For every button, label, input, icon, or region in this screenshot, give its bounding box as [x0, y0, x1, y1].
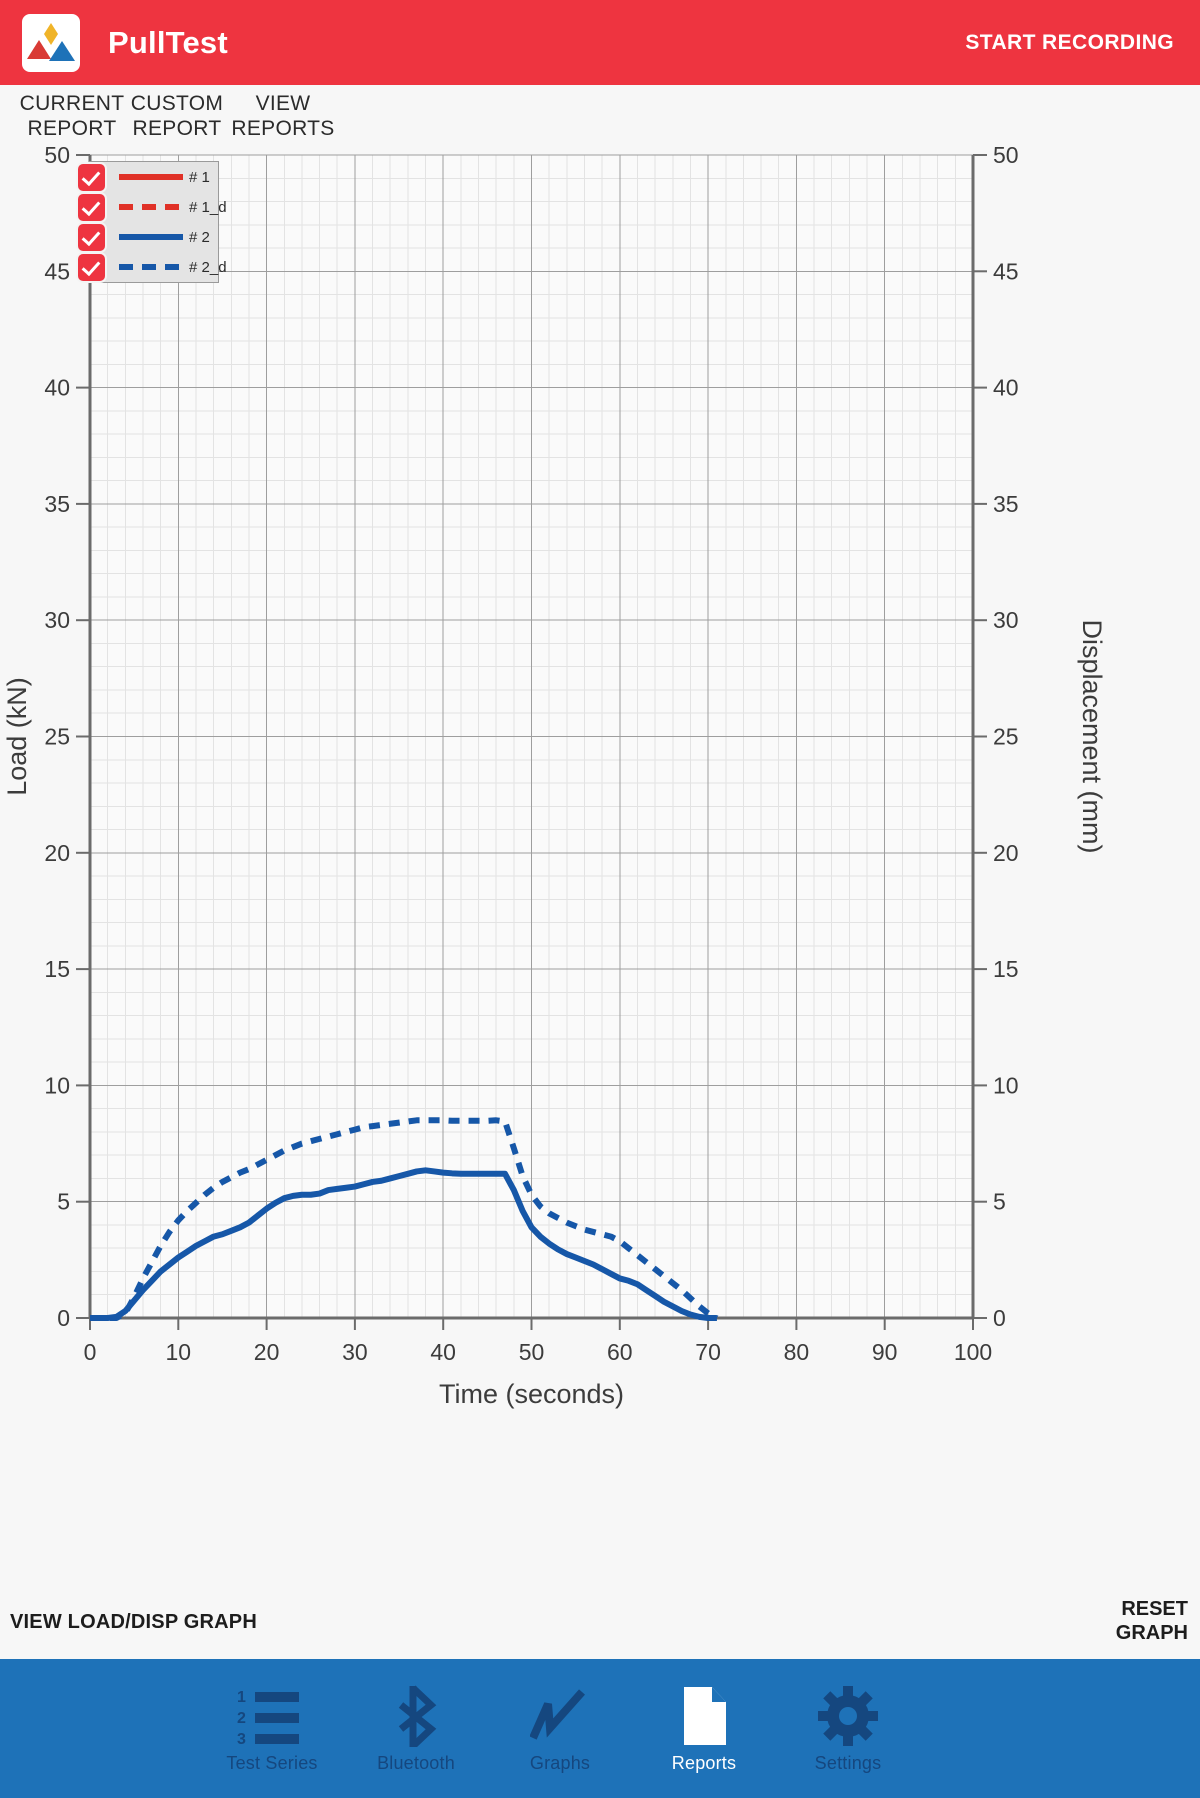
start-recording-button[interactable]: START RECORDING: [965, 31, 1174, 55]
tab-view-reports-line1: VIEW: [255, 92, 311, 115]
chart-legend[interactable]: # 1 # 1_d # 2 # 2_d: [78, 161, 227, 283]
svg-text:0: 0: [84, 1339, 97, 1365]
app-title: PullTest: [108, 24, 228, 60]
svg-text:50: 50: [519, 1339, 545, 1365]
svg-text:15: 15: [44, 956, 70, 982]
nav-item-settings[interactable]: Settings: [776, 1659, 920, 1798]
svg-text:50: 50: [993, 147, 1019, 168]
legend-swatch: [119, 204, 183, 210]
app-bar: PullTest START RECORDING: [0, 0, 1200, 85]
nav-label-graphs: Graphs: [529, 1753, 591, 1773]
svg-text:25: 25: [993, 724, 1019, 750]
footer-actions: VIEW LOAD/DISP GRAPH RESET GRAPH: [0, 1587, 1200, 1659]
svg-text:5: 5: [57, 1189, 70, 1215]
legend-row[interactable]: # 1: [78, 162, 218, 192]
legend-checkbox-2[interactable]: [78, 223, 105, 251]
legend-row[interactable]: # 1_d: [78, 192, 227, 222]
nav-label-bluetooth: Bluetooth: [377, 1753, 455, 1773]
legend-swatch: [119, 234, 183, 240]
svg-text:20: 20: [993, 840, 1019, 866]
svg-text:40: 40: [430, 1339, 456, 1365]
svg-text:0: 0: [993, 1305, 1006, 1331]
legend-checkbox-1[interactable]: [78, 163, 105, 191]
svg-text:50: 50: [44, 147, 70, 168]
legend-label: # 2_d: [189, 258, 227, 276]
nav-item-graphs[interactable]: Graphs: [488, 1659, 632, 1798]
reset-graph-line1: RESET: [1121, 1598, 1188, 1620]
svg-text:30: 30: [342, 1339, 368, 1365]
svg-text:40: 40: [993, 375, 1019, 401]
svg-text:Load (kN): Load (kN): [2, 677, 32, 796]
svg-text:30: 30: [993, 607, 1019, 633]
bottom-navigation: 1 2 3 Test Series Bluetooth Graphs Repor…: [0, 1659, 1200, 1798]
svg-text:Time (seconds): Time (seconds): [439, 1379, 624, 1409]
svg-text:60: 60: [607, 1339, 633, 1365]
svg-text:20: 20: [254, 1339, 280, 1365]
numbered-list-icon: 1 2 3: [237, 1685, 307, 1747]
svg-text:30: 30: [44, 607, 70, 633]
gear-icon: [818, 1685, 878, 1747]
tab-bar: CURRENT REPORT CUSTOM REPORT VIEW REPORT…: [0, 85, 1200, 147]
svg-text:2: 2: [237, 1710, 246, 1727]
svg-text:Displacement (mm): Displacement (mm): [1077, 619, 1107, 853]
nav-item-bluetooth[interactable]: Bluetooth: [344, 1659, 488, 1798]
svg-text:5: 5: [993, 1189, 1006, 1215]
document-icon: [678, 1685, 730, 1747]
line-chart-icon: [530, 1685, 590, 1747]
svg-text:10: 10: [44, 1072, 70, 1098]
svg-text:80: 80: [784, 1339, 810, 1365]
legend-checkbox-2_d[interactable]: [78, 253, 105, 281]
legend-row[interactable]: # 2_d: [78, 252, 227, 282]
svg-text:15: 15: [993, 956, 1019, 982]
legend-label: # 1: [189, 168, 210, 186]
svg-text:35: 35: [44, 491, 70, 517]
svg-text:90: 90: [872, 1339, 898, 1365]
legend-row[interactable]: # 2: [78, 222, 218, 252]
svg-text:35: 35: [993, 491, 1019, 517]
legend-checkbox-1_d[interactable]: [78, 193, 105, 221]
tab-view-reports-line2: REPORTS: [231, 117, 335, 140]
svg-text:45: 45: [44, 258, 70, 284]
svg-text:25: 25: [44, 724, 70, 750]
nav-label-reports: Reports: [671, 1753, 737, 1773]
nav-label-settings: Settings: [814, 1753, 882, 1773]
svg-text:45: 45: [993, 258, 1019, 284]
legend-label: # 1_d: [189, 198, 227, 216]
view-load-disp-graph-button[interactable]: VIEW LOAD/DISP GRAPH: [10, 1611, 257, 1634]
svg-text:3: 3: [237, 1731, 246, 1745]
reset-graph-button[interactable]: RESET GRAPH: [1116, 1597, 1188, 1645]
reset-graph-line2: GRAPH: [1115, 1622, 1188, 1644]
nav-item-test-series[interactable]: 1 2 3 Test Series: [200, 1659, 344, 1798]
load-time-chart: 0 5 10 15 20 25 30 35 40 45 50 0 5 10 15 20 25 30 35 40 45 50…: [2, 147, 1107, 1409]
svg-text:20: 20: [44, 840, 70, 866]
legend-swatch: [119, 264, 183, 270]
bluetooth-icon: [393, 1685, 439, 1747]
legend-label: # 2: [189, 228, 210, 246]
svg-text:0: 0: [57, 1305, 70, 1331]
svg-text:100: 100: [954, 1339, 992, 1365]
app-logo: [22, 13, 80, 72]
chart-container[interactable]: 0 5 10 15 20 25 30 35 40 45 50 0 5 10 15 20 25 30 35 40 45 50…: [0, 147, 1200, 1587]
svg-text:1: 1: [237, 1689, 246, 1706]
nav-label-test-series: Test Series: [226, 1753, 318, 1773]
nav-item-reports[interactable]: Reports: [632, 1659, 776, 1798]
tab-view-reports[interactable]: VIEW REPORTS: [219, 91, 347, 141]
legend-swatch: [119, 174, 183, 180]
svg-text:40: 40: [44, 375, 70, 401]
svg-text:10: 10: [166, 1339, 192, 1365]
mountains-logo-icon: [27, 22, 75, 61]
svg-text:70: 70: [695, 1339, 721, 1365]
svg-text:10: 10: [993, 1072, 1019, 1098]
